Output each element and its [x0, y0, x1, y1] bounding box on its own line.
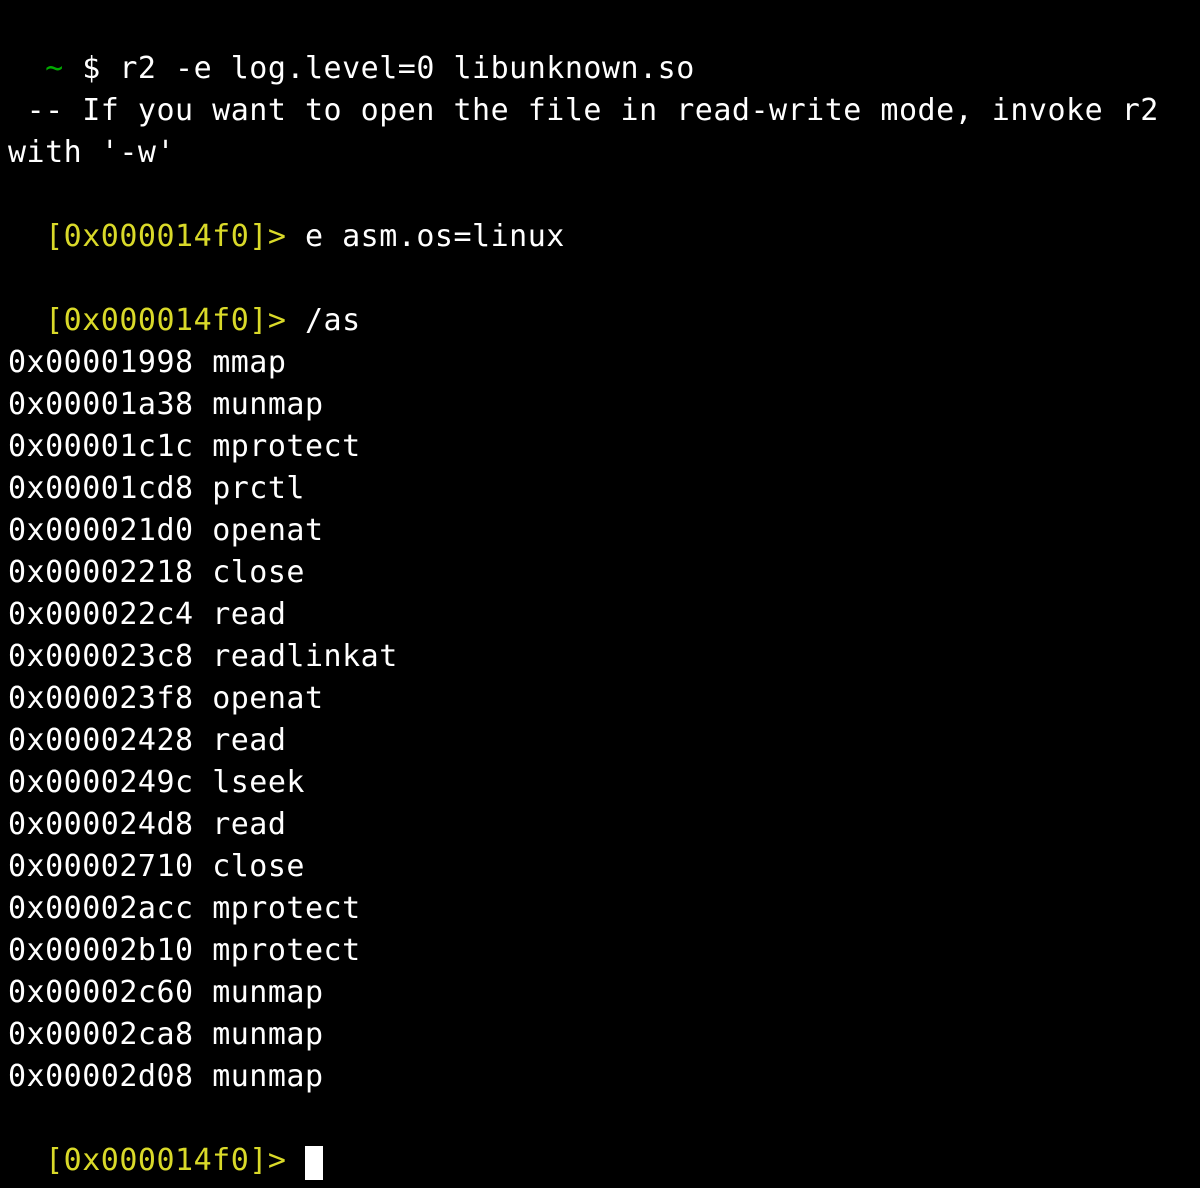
syscall-name: read: [212, 597, 286, 632]
syscall-address: 0x00001a38: [8, 387, 194, 422]
syscall-name: close: [212, 849, 305, 884]
syscall-address: 0x00002218: [8, 555, 194, 590]
syscall-row: 0x000022c4 read: [8, 594, 1192, 636]
syscall-row: 0x00002c60 munmap: [8, 972, 1192, 1014]
syscall-row: 0x00002d08 munmap: [8, 1056, 1192, 1098]
r2-prompt: [0x000014f0]>: [45, 303, 286, 338]
syscall-name: mprotect: [212, 933, 361, 968]
r2-prompt: [0x000014f0]>: [45, 219, 286, 254]
syscall-address: 0x000023f8: [8, 681, 194, 716]
syscall-row: 0x00001cd8 prctl: [8, 468, 1192, 510]
r2-prompt-line-current[interactable]: [0x000014f0]>: [8, 1098, 1192, 1182]
syscall-row: 0x000021d0 openat: [8, 510, 1192, 552]
syscall-row: 0x00002710 close: [8, 846, 1192, 888]
syscall-address: 0x000021d0: [8, 513, 194, 548]
syscall-name: mprotect: [212, 891, 361, 926]
syscall-row: 0x00002ca8 munmap: [8, 1014, 1192, 1056]
r2-prompt-line-2[interactable]: [0x000014f0]> /as: [8, 258, 1192, 342]
syscall-name: read: [212, 807, 286, 842]
syscall-name: openat: [212, 681, 323, 716]
syscall-row: 0x00002acc mprotect: [8, 888, 1192, 930]
syscall-address: 0x000024d8: [8, 807, 194, 842]
dollar-prompt: $: [64, 51, 120, 86]
syscall-name: mmap: [212, 345, 286, 380]
syscall-row: 0x00002218 close: [8, 552, 1192, 594]
syscall-name: munmap: [212, 387, 323, 422]
syscall-address: 0x00002428: [8, 723, 194, 758]
r2-command-asm-os: e asm.os=linux: [286, 219, 564, 254]
syscall-address: 0x00002ca8: [8, 1017, 194, 1052]
r2-prompt-line-1[interactable]: [0x000014f0]> e asm.os=linux: [8, 174, 1192, 258]
syscall-name: prctl: [212, 471, 305, 506]
syscall-row: 0x000023f8 openat: [8, 678, 1192, 720]
syscall-row: 0x000023c8 readlinkat: [8, 636, 1192, 678]
syscall-row: 0x00001c1c mprotect: [8, 426, 1192, 468]
syscall-address: 0x00002b10: [8, 933, 194, 968]
syscall-row: 0x00001a38 munmap: [8, 384, 1192, 426]
motd-message: -- If you want to open the file in read-…: [8, 90, 1192, 174]
cursor-icon: [305, 1146, 323, 1180]
syscall-address: 0x0000249c: [8, 765, 194, 800]
syscall-name: close: [212, 555, 305, 590]
syscall-row: 0x0000249c lseek: [8, 762, 1192, 804]
r2-prompt: [0x000014f0]>: [45, 1143, 286, 1178]
syscall-row: 0x00001998 mmap: [8, 342, 1192, 384]
r2-command-search-as: /as: [286, 303, 360, 338]
syscall-name: munmap: [212, 975, 323, 1010]
prompt-spacer: [286, 1143, 305, 1178]
tilde-prompt: ~: [45, 51, 64, 86]
syscall-address: 0x000022c4: [8, 597, 194, 632]
syscall-name: read: [212, 723, 286, 758]
shell-command-line[interactable]: ~ $ r2 -e log.level=0 libunknown.so: [8, 6, 1192, 90]
syscall-address: 0x00001cd8: [8, 471, 194, 506]
syscall-address: 0x00001998: [8, 345, 194, 380]
syscall-address: 0x000023c8: [8, 639, 194, 674]
syscall-address: 0x00002710: [8, 849, 194, 884]
syscall-name: munmap: [212, 1059, 323, 1094]
syscall-name: readlinkat: [212, 639, 398, 674]
syscall-name: openat: [212, 513, 323, 548]
shell-command: r2 -e log.level=0 libunknown.so: [119, 51, 694, 86]
syscall-address: 0x00002c60: [8, 975, 194, 1010]
syscall-address: 0x00002acc: [8, 891, 194, 926]
syscall-name: mprotect: [212, 429, 361, 464]
syscall-row: 0x000024d8 read: [8, 804, 1192, 846]
syscall-address: 0x00001c1c: [8, 429, 194, 464]
syscall-output-block: 0x00001998 mmap0x00001a38 munmap0x00001c…: [8, 342, 1192, 1098]
syscall-row: 0x00002b10 mprotect: [8, 930, 1192, 972]
syscall-address: 0x00002d08: [8, 1059, 194, 1094]
syscall-name: munmap: [212, 1017, 323, 1052]
syscall-row: 0x00002428 read: [8, 720, 1192, 762]
syscall-name: lseek: [212, 765, 305, 800]
